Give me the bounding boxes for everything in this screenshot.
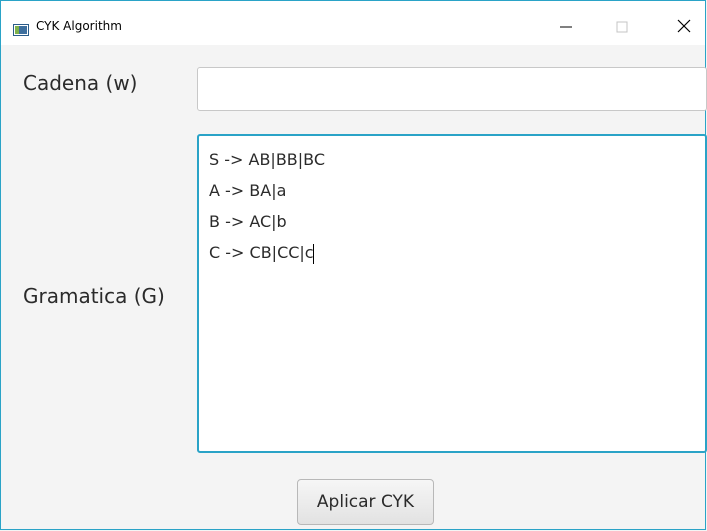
grammar-line: B -> AC|b (209, 212, 287, 231)
close-button[interactable] (661, 11, 707, 43)
app-window: CYK Algorithm Cadena (w) Gramatica (G) S… (0, 0, 707, 530)
minimize-button[interactable] (543, 11, 589, 43)
grammar-label: Gramatica (G) (23, 284, 165, 308)
grammar-line-last: C -> CB|CC|c (209, 237, 695, 268)
title-bar: CYK Algorithm (1, 1, 705, 45)
grammar-line-text: C -> CB|CC|c (209, 243, 314, 262)
string-label: Cadena (w) (23, 71, 138, 95)
close-icon (677, 18, 691, 37)
minimize-icon (560, 18, 572, 37)
apply-cyk-button[interactable]: Aplicar CYK (297, 479, 434, 525)
maximize-button[interactable] (599, 11, 645, 43)
app-icon (13, 21, 29, 36)
maximize-icon (616, 18, 628, 37)
text-caret (312, 243, 314, 264)
grammar-line: S -> AB|BB|BC (209, 150, 326, 169)
grammar-textarea[interactable]: S -> AB|BB|BC A -> BA|a B -> AC|b C -> C… (197, 134, 707, 453)
grammar-line: A -> BA|a (209, 181, 287, 200)
string-input[interactable] (197, 67, 707, 111)
window-title: CYK Algorithm (36, 19, 122, 33)
